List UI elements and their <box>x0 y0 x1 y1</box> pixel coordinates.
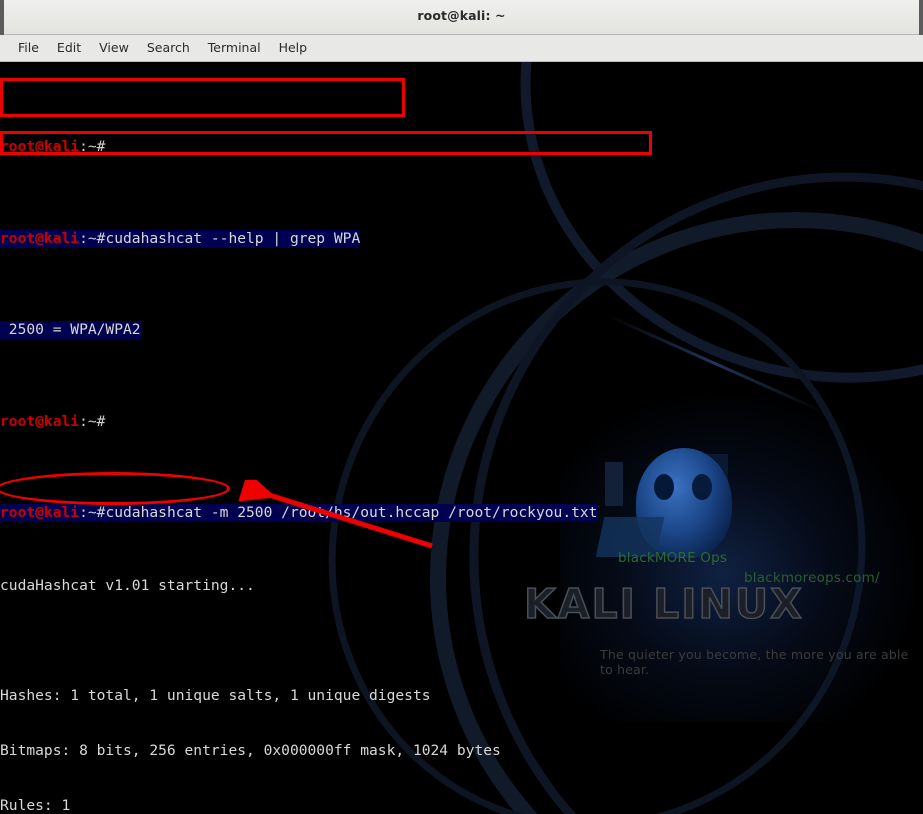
terminal-line-rules: Rules: 1 <box>0 796 71 814</box>
menu-help[interactable]: Help <box>270 38 317 58</box>
menu-view[interactable]: View <box>90 38 138 58</box>
prompt-user: root@kali <box>0 138 80 156</box>
selection-highlight-crack: root@kali:~#cudahashcat -m 2500 /root/hs… <box>0 504 598 523</box>
menu-bar: File Edit View Search Terminal Help <box>0 35 923 62</box>
title-bar[interactable]: root@kali: ~ <box>0 0 923 35</box>
window-title: root@kali: ~ <box>417 8 506 23</box>
terminal-line-blank-1 <box>0 632 923 650</box>
terminal-line-grep-output: 2500 = WPA/WPA2 <box>0 321 923 340</box>
terminal-line-prompt-2: root@kali:~# <box>0 413 923 431</box>
grep-output-text: 2500 = WPA/WPA2 <box>0 321 141 339</box>
terminal-line-command-crack: root@kali:~#cudahashcat -m 2500 /root/hs… <box>0 504 923 523</box>
prompt-sigil: :~# <box>79 138 106 156</box>
prompt-user: root@kali <box>0 504 80 522</box>
terminal-line-prompt-1: root@kali:~# <box>0 138 923 156</box>
menu-file[interactable]: File <box>9 38 48 58</box>
prompt-sigil: :~# <box>79 412 106 430</box>
menu-search[interactable]: Search <box>138 38 199 58</box>
prompt-sigil: :~# <box>79 229 106 247</box>
console-output: root@kali:~# root@kali:~#cudahashcat --h… <box>0 62 923 814</box>
terminal-line-hashes: Hashes: 1 total, 1 unique salts, 1 uniqu… <box>0 687 431 705</box>
terminal-window: root@kali: ~ File Edit View Search Termi… <box>0 0 923 814</box>
selection-highlight-grep: 2500 = WPA/WPA2 <box>0 321 141 340</box>
command-text-help: cudahashcat --help | grep WPA <box>105 229 361 247</box>
prompt-sigil: :~# <box>79 504 106 522</box>
terminal-body[interactable]: blackMORE Ops blackmoreops.com/ KALI LIN… <box>0 62 923 814</box>
menu-edit[interactable]: Edit <box>48 38 90 58</box>
prompt-user: root@kali <box>0 229 80 247</box>
prompt-user: root@kali <box>0 412 80 430</box>
terminal-line-bitmaps: Bitmaps: 8 bits, 256 entries, 0x000000ff… <box>0 741 501 759</box>
command-text-crack: cudahashcat -m 2500 /root/hs/out.hccap /… <box>105 504 598 522</box>
terminal-line-version: cudaHashcat v1.01 starting... <box>0 577 255 595</box>
selection-highlight-help: root@kali:~#cudahashcat --help | grep WP… <box>0 229 361 248</box>
menu-terminal[interactable]: Terminal <box>199 38 270 58</box>
terminal-line-command-help: root@kali:~#cudahashcat --help | grep WP… <box>0 229 923 248</box>
